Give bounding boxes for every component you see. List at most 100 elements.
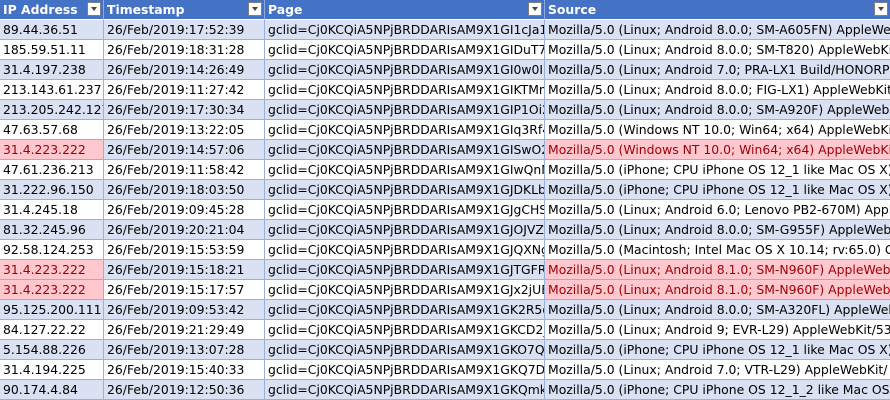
cell-source[interactable]: Mozilla/5.0 (Linux; Android 8.0.0; SM-A9… (545, 100, 890, 120)
cell-source[interactable]: Mozilla/5.0 (Linux; Android 8.0.0; SM-A6… (545, 20, 890, 40)
table-row: 31.4.245.18 26/Feb/2019:09:45:28 gclid=Cj0… (0, 200, 890, 220)
cell-page[interactable]: gclid=Cj0KCQiA5NPjBRDDARIsAM9X1GIwQnM (265, 160, 545, 180)
cell-timestamp[interactable]: 26/Feb/2019:17:52:39 (104, 20, 265, 40)
table-row: 213.205.242.127 26/Feb/2019:17:30:34 gclid… (0, 100, 890, 120)
cell-source[interactable]: Mozilla/5.0 (Linux; Android 8.0.0; SM-A3… (545, 300, 890, 320)
table-row: 31.4.223.222 26/Feb/2019:15:17:57 gclid=Cj… (0, 280, 890, 300)
cell-ip-address[interactable]: 92.58.124.253 (0, 240, 104, 260)
cell-ip-address[interactable]: 31.222.96.150 (0, 180, 104, 200)
table-row: 47.61.236.213 26/Feb/2019:11:58:42 gclid=C… (0, 160, 890, 180)
filter-dropdown-icon[interactable] (874, 2, 888, 16)
cell-timestamp[interactable]: 26/Feb/2019:18:31:28 (104, 40, 265, 60)
cell-ip-address[interactable]: 213.205.242.127 (0, 100, 104, 120)
cell-page[interactable]: gclid=Cj0KCQiA5NPjBRDDARIsAM9X1GJQXNg (265, 240, 545, 260)
cell-ip-address[interactable]: 81.32.245.96 (0, 220, 104, 240)
cell-timestamp[interactable]: 26/Feb/2019:21:29:49 (104, 320, 265, 340)
cell-page[interactable]: gclid=Cj0KCQiA5NPjBRDDARIsAM9X1GJDKLbr (265, 180, 545, 200)
cell-timestamp[interactable]: 26/Feb/2019:18:03:50 (104, 180, 265, 200)
cell-page[interactable]: gclid=Cj0KCQiA5NPjBRDDARIsAM9X1GI0w0I (265, 60, 545, 80)
column-header-ip-address[interactable]: IP Address (0, 0, 104, 20)
cell-source[interactable]: Mozilla/5.0 (Windows NT 10.0; Win64; x64… (545, 140, 890, 160)
cell-page[interactable]: gclid=Cj0KCQiA5NPjBRDDARIsAM9X1GKQmkv (265, 380, 545, 400)
table-row: 31.4.194.225 26/Feb/2019:15:40:33 gclid=Cj… (0, 360, 890, 380)
cell-timestamp[interactable]: 26/Feb/2019:15:17:57 (104, 280, 265, 300)
cell-page[interactable]: gclid=Cj0KCQiA5NPjBRDDARIsAM9X1GK2R5o (265, 300, 545, 320)
cell-ip-address[interactable]: 31.4.223.222 (0, 280, 104, 300)
cell-ip-address[interactable]: 90.174.4.84 (0, 380, 104, 400)
cell-page[interactable]: gclid=Cj0KCQiA5NPjBRDDARIsAM9X1GKCD2_ (265, 320, 545, 340)
cell-source[interactable]: Mozilla/5.0 (Linux; Android 6.0; Lenovo … (545, 200, 890, 220)
cell-page[interactable]: gclid=Cj0KCQiA5NPjBRDDARIsAM9X1GIDuT7y (265, 40, 545, 60)
cell-page[interactable]: gclid=Cj0KCQiA5NPjBRDDARIsAM9X1GKO7Qk (265, 340, 545, 360)
cell-timestamp[interactable]: 26/Feb/2019:09:53:42 (104, 300, 265, 320)
cell-timestamp[interactable]: 26/Feb/2019:12:50:36 (104, 380, 265, 400)
cell-page[interactable]: gclid=Cj0KCQiA5NPjBRDDARIsAM9X1GJTGFRL (265, 260, 545, 280)
cell-source[interactable]: Mozilla/5.0 (iPhone; CPU iPhone OS 12_1 … (545, 180, 890, 200)
cell-source[interactable]: Mozilla/5.0 (Linux; Android 9; EVR-L29) … (545, 320, 890, 340)
cell-ip-address[interactable]: 47.61.236.213 (0, 160, 104, 180)
cell-source[interactable]: Mozilla/5.0 (Linux; Android 8.1.0; SM-N9… (545, 280, 890, 300)
table-row: 47.63.57.68 26/Feb/2019:13:22:05 gclid=Cj0… (0, 120, 890, 140)
cell-source[interactable]: Mozilla/5.0 (Macintosh; Intel Mac OS X 1… (545, 240, 890, 260)
cell-source[interactable]: Mozilla/5.0 (Linux; Android 8.0.0; FIG-L… (545, 80, 890, 100)
cell-page[interactable]: gclid=Cj0KCQiA5NPjBRDDARIsAM9X1GIP1Oi2 (265, 100, 545, 120)
cell-ip-address[interactable]: 95.125.200.111 (0, 300, 104, 320)
cell-timestamp[interactable]: 26/Feb/2019:13:22:05 (104, 120, 265, 140)
cell-ip-address[interactable]: 31.4.197.238 (0, 60, 104, 80)
cell-ip-address[interactable]: 31.4.194.225 (0, 360, 104, 380)
cell-page[interactable]: gclid=Cj0KCQiA5NPjBRDDARIsAM9X1GIKTMm (265, 80, 545, 100)
cell-timestamp[interactable]: 26/Feb/2019:14:26:49 (104, 60, 265, 80)
cell-page[interactable]: gclid=Cj0KCQiA5NPjBRDDARIsAM9X1GJgCHSv (265, 200, 545, 220)
table-row: 84.127.22.22 26/Feb/2019:21:29:49 gclid=Cj… (0, 320, 890, 340)
cell-ip-address[interactable]: 89.44.36.51 (0, 20, 104, 40)
cell-page[interactable]: gclid=Cj0KCQiA5NPjBRDDARIsAM9X1GKQ7D9 (265, 360, 545, 380)
cell-page[interactable]: gclid=Cj0KCQiA5NPjBRDDARIsAM9X1GI1cJa1Y (265, 20, 545, 40)
cell-ip-address[interactable]: 5.154.88.226 (0, 340, 104, 360)
filter-dropdown-icon[interactable] (248, 2, 262, 16)
table-row: 95.125.200.111 26/Feb/2019:09:53:42 gclid=… (0, 300, 890, 320)
filter-dropdown-icon[interactable] (528, 2, 542, 16)
cell-source[interactable]: Mozilla/5.0 (iPhone; CPU iPhone OS 12_1 … (545, 160, 890, 180)
cell-timestamp[interactable]: 26/Feb/2019:15:40:33 (104, 360, 265, 380)
cell-page[interactable]: gclid=Cj0KCQiA5NPjBRDDARIsAM9X1GJx2jUEI (265, 280, 545, 300)
table-row: 213.143.61.237 26/Feb/2019:11:27:42 gclid=… (0, 80, 890, 100)
cell-source[interactable]: Mozilla/5.0 (iPhone; CPU iPhone OS 12_1 … (545, 340, 890, 360)
cell-timestamp[interactable]: 26/Feb/2019:20:21:04 (104, 220, 265, 240)
column-header-label: IP Address (3, 2, 78, 17)
column-header-label: Timestamp (107, 2, 185, 17)
cell-page[interactable]: gclid=Cj0KCQiA5NPjBRDDARIsAM9X1GISwO2 (265, 140, 545, 160)
filter-dropdown-icon[interactable] (87, 2, 101, 16)
cell-timestamp[interactable]: 26/Feb/2019:14:57:06 (104, 140, 265, 160)
cell-ip-address[interactable]: 31.4.245.18 (0, 200, 104, 220)
table-row: 92.58.124.253 26/Feb/2019:15:53:59 gclid=C… (0, 240, 890, 260)
cell-timestamp[interactable]: 26/Feb/2019:11:27:42 (104, 80, 265, 100)
column-header-page[interactable]: Page (265, 0, 545, 20)
column-header-source[interactable]: Source (545, 0, 890, 20)
cell-page[interactable]: gclid=Cj0KCQiA5NPjBRDDARIsAM9X1GJOJVZS (265, 220, 545, 240)
cell-ip-address[interactable]: 47.63.57.68 (0, 120, 104, 140)
cell-ip-address[interactable]: 31.4.223.222 (0, 140, 104, 160)
column-header-timestamp[interactable]: Timestamp (104, 0, 265, 20)
cell-source[interactable]: Mozilla/5.0 (Linux; Android 8.1.0; SM-N9… (545, 260, 890, 280)
cell-ip-address[interactable]: 31.4.223.222 (0, 260, 104, 280)
cell-timestamp[interactable]: 26/Feb/2019:09:45:28 (104, 200, 265, 220)
cell-ip-address[interactable]: 213.143.61.237 (0, 80, 104, 100)
cell-ip-address[interactable]: 84.127.22.22 (0, 320, 104, 340)
cell-ip-address[interactable]: 185.59.51.11 (0, 40, 104, 60)
cell-timestamp[interactable]: 26/Feb/2019:15:18:21 (104, 260, 265, 280)
cell-source[interactable]: Mozilla/5.0 (Linux; Android 8.0.0; SM-T8… (545, 40, 890, 60)
cell-source[interactable]: Mozilla/5.0 (Windows NT 10.0; Win64; x64… (545, 120, 890, 140)
cell-timestamp[interactable]: 26/Feb/2019:13:07:28 (104, 340, 265, 360)
cell-timestamp[interactable]: 26/Feb/2019:17:30:34 (104, 100, 265, 120)
cell-timestamp[interactable]: 26/Feb/2019:11:58:42 (104, 160, 265, 180)
cell-source[interactable]: Mozilla/5.0 (Linux; Android 7.0; PRA-LX1… (545, 60, 890, 80)
cell-source[interactable]: Mozilla/5.0 (Linux; Android 7.0; VTR-L29… (545, 360, 890, 380)
cell-page[interactable]: gclid=Cj0KCQiA5NPjBRDDARIsAM9X1GIq3Rf4 (265, 120, 545, 140)
table-row: 31.4.197.238 26/Feb/2019:14:26:49 gclid=Cj… (0, 60, 890, 80)
table-row: 89.44.36.51 26/Feb/2019:17:52:39 gclid=Cj0… (0, 20, 890, 40)
cell-source[interactable]: Mozilla/5.0 (iPhone; CPU iPhone OS 12_1_… (545, 380, 890, 400)
table-row: 5.154.88.226 26/Feb/2019:13:07:28 gclid=Cj… (0, 340, 890, 360)
cell-source[interactable]: Mozilla/5.0 (Linux; Android 8.0.0; SM-G9… (545, 220, 890, 240)
cell-timestamp[interactable]: 26/Feb/2019:15:53:59 (104, 240, 265, 260)
table-row: 31.4.223.222 26/Feb/2019:15:18:21 gclid=Cj… (0, 260, 890, 280)
